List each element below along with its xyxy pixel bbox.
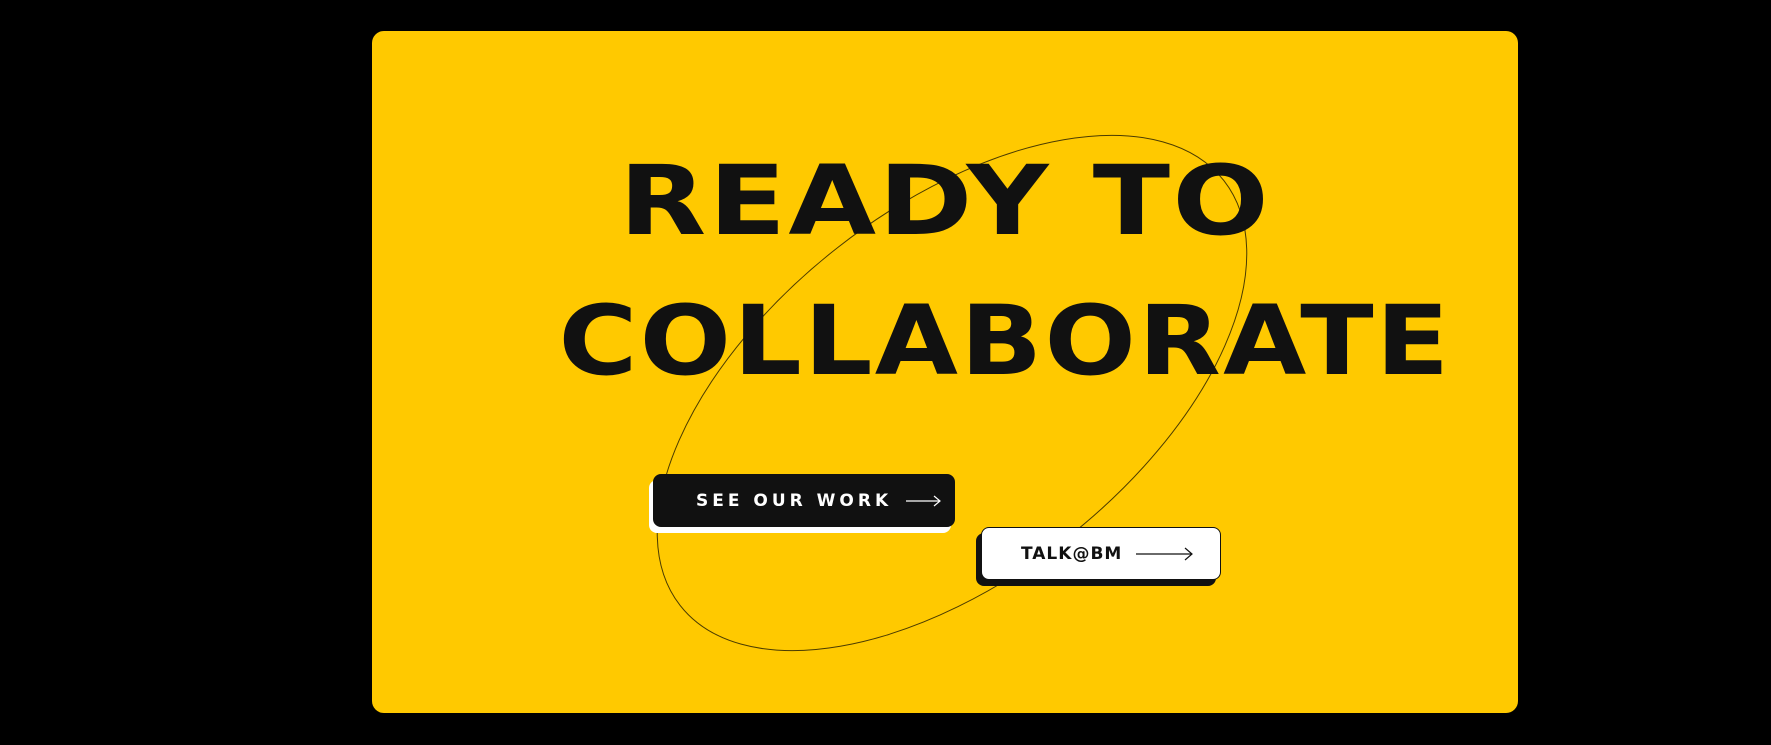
see-our-work-label: SEE OUR WORK bbox=[696, 490, 893, 511]
page: READY TO COLLABORATE SEE OUR WORK TALK@B… bbox=[0, 0, 1771, 745]
talk-button[interactable]: TALK@BM bbox=[981, 527, 1221, 580]
arrow-right-icon bbox=[1136, 547, 1194, 561]
headline-line-2: COLLABORATE bbox=[558, 285, 1452, 397]
cta-card: READY TO COLLABORATE SEE OUR WORK TALK@B… bbox=[372, 31, 1518, 713]
headline-line-1: READY TO bbox=[619, 145, 1271, 257]
talk-label: TALK@BM bbox=[1021, 543, 1123, 564]
see-our-work-button[interactable]: SEE OUR WORK bbox=[653, 474, 955, 527]
arrow-right-icon bbox=[906, 495, 942, 507]
